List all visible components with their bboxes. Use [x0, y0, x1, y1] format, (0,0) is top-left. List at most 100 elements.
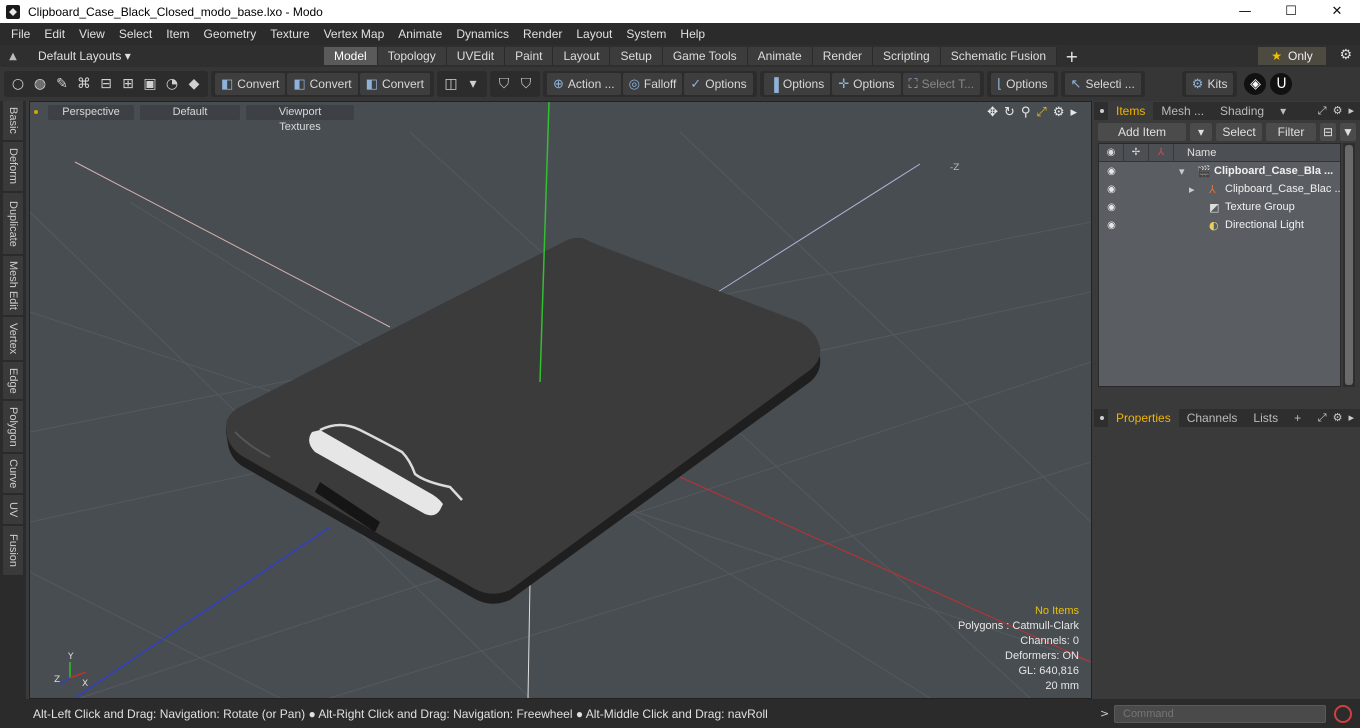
convert-button-3[interactable]: ◧ Convert [359, 73, 430, 95]
menu-render[interactable]: Render [516, 27, 569, 41]
expand-panel-icon[interactable]: ⤢ [1318, 411, 1327, 425]
menu-vertex-map[interactable]: Vertex Map [317, 27, 392, 41]
lock-column-icon[interactable]: ✢ [1124, 143, 1149, 162]
collapse-icon[interactable]: ⊟ [1320, 123, 1336, 141]
menu-system[interactable]: System [619, 27, 673, 41]
3d-viewport[interactable]: -Z Perspective Default Viewport Textures… [29, 101, 1092, 699]
name-column-header[interactable]: Name [1174, 147, 1216, 159]
minimize-button[interactable]: — [1222, 0, 1268, 23]
eye-icon[interactable]: ◉ [1099, 220, 1124, 231]
vtab-polygon[interactable]: Polygon [3, 401, 23, 453]
filter-button[interactable]: Filter [1266, 123, 1316, 141]
tab-model[interactable]: Model [324, 47, 378, 65]
vtab-duplicate[interactable]: Duplicate [3, 193, 23, 255]
tab-animate[interactable]: Animate [747, 47, 813, 65]
layouts-dropdown[interactable]: Default Layouts ▾ [26, 49, 324, 63]
shield-alt-icon[interactable]: ⛉ [515, 73, 537, 95]
list-item[interactable]: ◉ ◩ Texture Group [1099, 198, 1340, 216]
expand-arrow-icon[interactable]: ▾ [1179, 165, 1185, 178]
expand-arrow-icon[interactable]: ▸ [1189, 183, 1195, 196]
items-mode-icon[interactable]: ▣ [139, 73, 161, 95]
collapse-up-icon[interactable]: ▲ [0, 51, 26, 62]
primitive-cube-icon[interactable]: ◫ [440, 73, 462, 95]
items-scrollbar[interactable] [1343, 143, 1355, 387]
brush-icon[interactable]: ⌘ [73, 73, 95, 95]
gear-icon[interactable]: ⚙ [1339, 47, 1352, 63]
zoom-icon[interactable]: ⚲ [1021, 105, 1031, 120]
menu-view[interactable]: View [72, 27, 112, 41]
items-panel-menu-dot[interactable] [1100, 109, 1104, 113]
gear-icon[interactable]: ⚙ [1333, 411, 1343, 425]
add-item-dropdown-icon[interactable]: ▾ [1190, 123, 1212, 141]
materials-mode-icon[interactable]: ◔ [161, 73, 183, 95]
chevron-down-icon[interactable]: ▾ [1272, 102, 1294, 120]
vtab-deform[interactable]: Deform [3, 142, 23, 192]
tab-topology[interactable]: Topology [377, 47, 447, 65]
vtab-curve[interactable]: Curve [3, 454, 23, 494]
cube-icon[interactable]: ◆ [183, 73, 205, 95]
eye-icon[interactable]: ◉ [1099, 166, 1124, 177]
kits-button[interactable]: ⚙ Kits [1185, 73, 1234, 95]
tab-scripting[interactable]: Scripting [873, 47, 941, 65]
vtab-uv[interactable]: UV [3, 495, 23, 525]
viewport-menu-dot[interactable] [34, 110, 38, 114]
menu-dynamics[interactable]: Dynamics [449, 27, 516, 41]
tab-shading[interactable]: Shading [1212, 102, 1272, 120]
chevron-down-icon[interactable]: ▾ [462, 73, 484, 95]
gear-icon[interactable]: ⚙ [1333, 104, 1343, 118]
unreal-icon[interactable]: U [1270, 73, 1293, 95]
list-item[interactable]: ◉ ◐ Directional Light [1099, 216, 1340, 234]
tab-lists[interactable]: Lists [1245, 409, 1286, 427]
menu-file[interactable]: File [4, 27, 37, 41]
record-macro-icon[interactable] [1334, 704, 1352, 723]
unity-icon[interactable]: ◈ [1244, 73, 1267, 95]
menu-edit[interactable]: Edit [37, 27, 72, 41]
menu-select[interactable]: Select [112, 27, 159, 41]
view-mode-dropdown[interactable]: Perspective [48, 104, 134, 120]
options-button-2[interactable]: ▐ Options [763, 73, 831, 95]
polygons-mode-icon[interactable]: ⊞ [117, 73, 139, 95]
tab-mesh[interactable]: Mesh ... [1153, 102, 1212, 120]
select-button[interactable]: Select [1216, 123, 1262, 141]
tab-render[interactable]: Render [812, 47, 874, 65]
menu-help[interactable]: Help [673, 27, 712, 41]
panel-arrow-icon[interactable]: ▸ [1348, 411, 1354, 425]
tab-uvedit[interactable]: UVEdit [446, 47, 506, 65]
shading-dropdown[interactable]: Default [140, 104, 240, 120]
funnel-icon[interactable]: ▼ [1340, 123, 1356, 141]
maximize-button[interactable]: ☐ [1268, 0, 1314, 23]
shield-icon[interactable]: ⛉ [493, 73, 515, 95]
convert-button-1[interactable]: ◧ Convert [215, 73, 286, 95]
locator-column-icon[interactable]: ⅄ [1149, 143, 1174, 162]
pan-icon[interactable]: ✥ [987, 105, 998, 120]
add-item-button[interactable]: Add Item [1098, 123, 1186, 141]
menu-item[interactable]: Item [159, 27, 196, 41]
options-button-4[interactable]: ⌊ Options [991, 73, 1054, 95]
rotate-icon[interactable]: ↻ [1004, 105, 1015, 120]
tab-layout[interactable]: Layout [553, 47, 611, 65]
convert-button-2[interactable]: ◧ Convert [287, 73, 358, 95]
viewport-arrow-icon[interactable]: ▸ [1070, 105, 1077, 120]
visibility-column-icon[interactable]: ◉ [1099, 143, 1124, 162]
tab-paint[interactable]: Paint [505, 47, 554, 65]
properties-panel-menu-dot[interactable] [1100, 416, 1104, 420]
panel-arrow-icon[interactable]: ▸ [1348, 104, 1354, 118]
add-panel-tab-button[interactable]: + [1286, 409, 1309, 427]
menu-geometry[interactable]: Geometry [197, 27, 264, 41]
list-item[interactable]: ◉ ▾ 🎬 Clipboard_Case_Bla ... [1099, 162, 1340, 180]
vtab-basic[interactable]: Basic [3, 101, 23, 141]
tab-items[interactable]: Items [1108, 102, 1154, 120]
only-button[interactable]: ★ Only [1258, 47, 1326, 65]
vtab-vertex[interactable]: Vertex [3, 317, 23, 361]
vtab-mesh-edit[interactable]: Mesh Edit [3, 256, 23, 316]
falloff-button[interactable]: ◎ Falloff [622, 73, 683, 95]
vertices-mode-icon[interactable]: ○ [7, 73, 29, 95]
menu-animate[interactable]: Animate [391, 27, 449, 41]
close-button[interactable]: ✕ [1314, 0, 1360, 23]
command-history-arrow[interactable]: > [1100, 707, 1114, 720]
eye-icon[interactable]: ◉ [1099, 202, 1124, 213]
menu-texture[interactable]: Texture [263, 27, 316, 41]
eye-icon[interactable]: ◉ [1099, 184, 1124, 195]
scrollbar-thumb[interactable] [1345, 145, 1353, 385]
tab-setup[interactable]: Setup [610, 47, 663, 65]
